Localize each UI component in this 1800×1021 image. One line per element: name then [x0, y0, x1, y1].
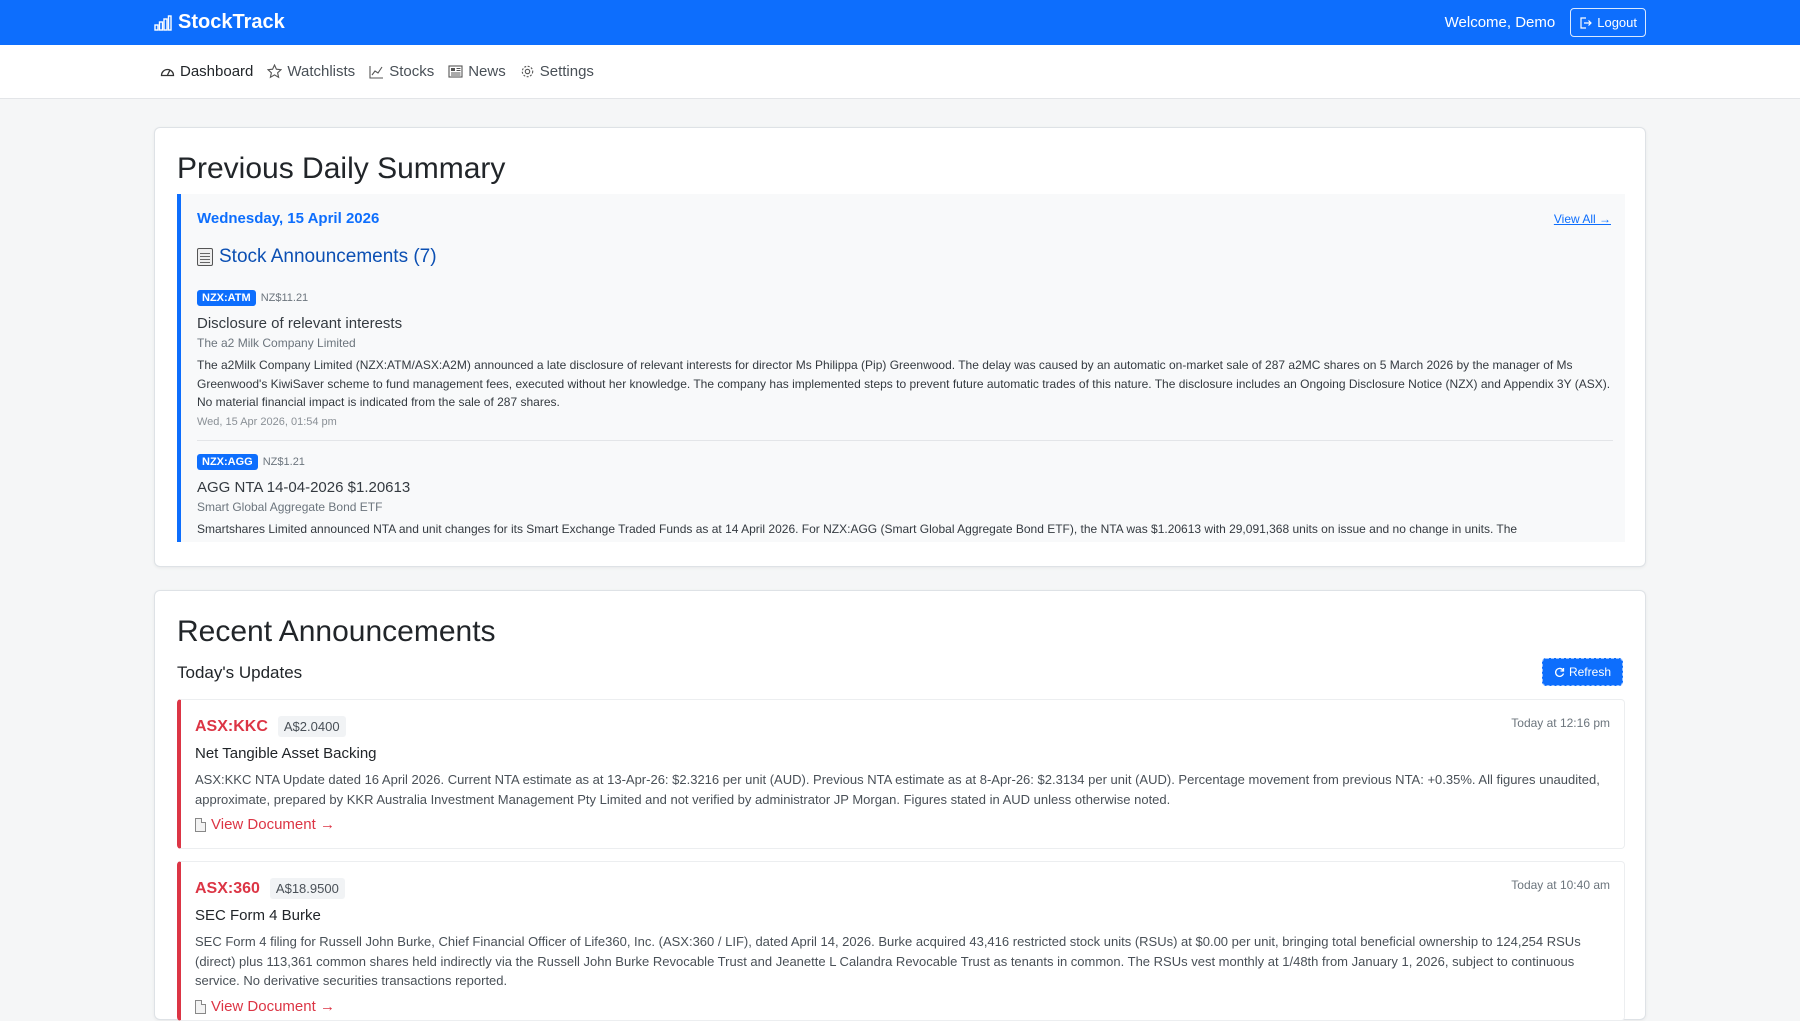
announcement-ticker[interactable]: ASX:KKC: [195, 718, 268, 736]
announcement-title: SEC Form 4 Burke: [195, 907, 321, 924]
view-document-link[interactable]: View Document →: [195, 816, 335, 833]
price: NZ$11.21: [260, 292, 309, 304]
nav-label: Watchlists: [287, 63, 356, 80]
nav-label: News: [468, 63, 506, 80]
main-nav: Dashboard Watchlists Stocks News Setting…: [0, 45, 1800, 99]
refresh-label: Refresh: [1568, 665, 1611, 679]
company-name: The a2 Milk Company Limited: [197, 336, 356, 350]
nav-stocks[interactable]: Stocks: [369, 63, 434, 80]
todays-updates-label: Today's Updates: [177, 663, 303, 682]
document-icon: [195, 999, 206, 1014]
summary-item: NZX:ATM NZ$11.21 Disclosure of relevant …: [197, 290, 1613, 441]
document-icon: [195, 817, 206, 832]
company-name: Smart Global Aggregate Bond ETF: [197, 500, 383, 514]
nav-settings[interactable]: Settings: [520, 63, 594, 80]
summary-item-body: Smartshares Limited announced NTA and un…: [197, 522, 1518, 536]
star-icon: [267, 64, 283, 79]
nav-label: Stocks: [389, 63, 435, 80]
clipboard-icon: [197, 248, 213, 266]
top-navbar: StockTrack Welcome, Demo Logout: [0, 0, 1800, 45]
summary-box[interactable]: Wednesday, 15 April 2026 View All → Stoc…: [177, 194, 1625, 542]
nav-news[interactable]: News: [448, 63, 506, 80]
summary-item-body: The a2Milk Company Limited (NZX:ATM/ASX:…: [197, 358, 1611, 409]
announcement-price: A$18.9500: [269, 878, 345, 899]
announcement-time: Today at 12:16 pm: [1511, 716, 1610, 730]
nav-watchlists[interactable]: Watchlists: [267, 63, 355, 80]
nav-label: Dashboard: [180, 63, 254, 80]
summary-date: Wednesday, 15 April 2026: [197, 210, 380, 227]
logout-button[interactable]: Logout: [1570, 8, 1646, 37]
view-document-label: View Document →: [211, 816, 335, 833]
logout-icon: [1580, 16, 1593, 29]
nav-dashboard[interactable]: Dashboard: [160, 63, 253, 80]
view-document-label: View Document →: [211, 998, 335, 1015]
announcement-body: ASX:KKC NTA Update dated 16 April 2026. …: [195, 772, 1600, 807]
announcement-title: Net Tangible Asset Backing: [195, 745, 377, 762]
graph-up-icon: [369, 65, 384, 79]
announcement-card: ASX:360 A$18.9500 Today at 10:40 am SEC …: [177, 861, 1625, 1021]
announcement-price: A$2.0400: [277, 716, 346, 737]
ticker-badge[interactable]: NZX:AGG: [197, 454, 258, 470]
recent-announcements-card: Recent Announcements Today's Updates Ref…: [154, 590, 1646, 1021]
daily-summary-card: Previous Daily Summary Wednesday, 15 Apr…: [154, 127, 1646, 567]
speedometer-icon: [160, 68, 175, 77]
price: NZ$1.21: [262, 456, 305, 468]
newspaper-icon: [448, 65, 463, 78]
brand[interactable]: StockTrack: [154, 11, 285, 34]
logout-label: Logout: [1597, 15, 1637, 30]
nav-label: Settings: [539, 63, 594, 80]
gear-icon: [521, 65, 533, 78]
summary-item-title: AGG NTA 14-04-2026 $1.20613: [197, 479, 411, 496]
announcement-card: ASX:KKC A$2.0400 Today at 12:16 pm Net T…: [177, 699, 1625, 849]
summary-item-time: Wed, 15 Apr 2026, 01:54 pm: [197, 415, 337, 428]
welcome-text: Welcome, Demo: [1444, 14, 1556, 31]
recent-announcements-heading: Recent Announcements: [177, 615, 496, 648]
summary-item: NZX:AGG NZ$1.21 AGG NTA 14-04-2026 $1.20…: [197, 454, 1613, 539]
refresh-icon: [1555, 667, 1565, 677]
daily-summary-heading: Previous Daily Summary: [177, 152, 506, 185]
stock-announcements-title: Stock Announcements (7): [197, 246, 437, 268]
app-name: StockTrack: [178, 11, 285, 33]
view-all-link[interactable]: View All →: [1554, 212, 1611, 226]
summary-item-title: Disclosure of relevant interests: [197, 315, 403, 332]
announcement-body: SEC Form 4 filing for Russell John Burke…: [195, 934, 1581, 988]
stock-announcements-label: Stock Announcements (7): [219, 246, 437, 267]
ticker-badge[interactable]: NZX:ATM: [197, 290, 256, 306]
announcement-time: Today at 10:40 am: [1511, 878, 1610, 892]
refresh-button[interactable]: Refresh: [1541, 658, 1623, 686]
announcement-ticker[interactable]: ASX:360: [195, 880, 260, 898]
view-document-link[interactable]: View Document →: [195, 998, 335, 1015]
bar-chart-icon: [154, 14, 172, 31]
